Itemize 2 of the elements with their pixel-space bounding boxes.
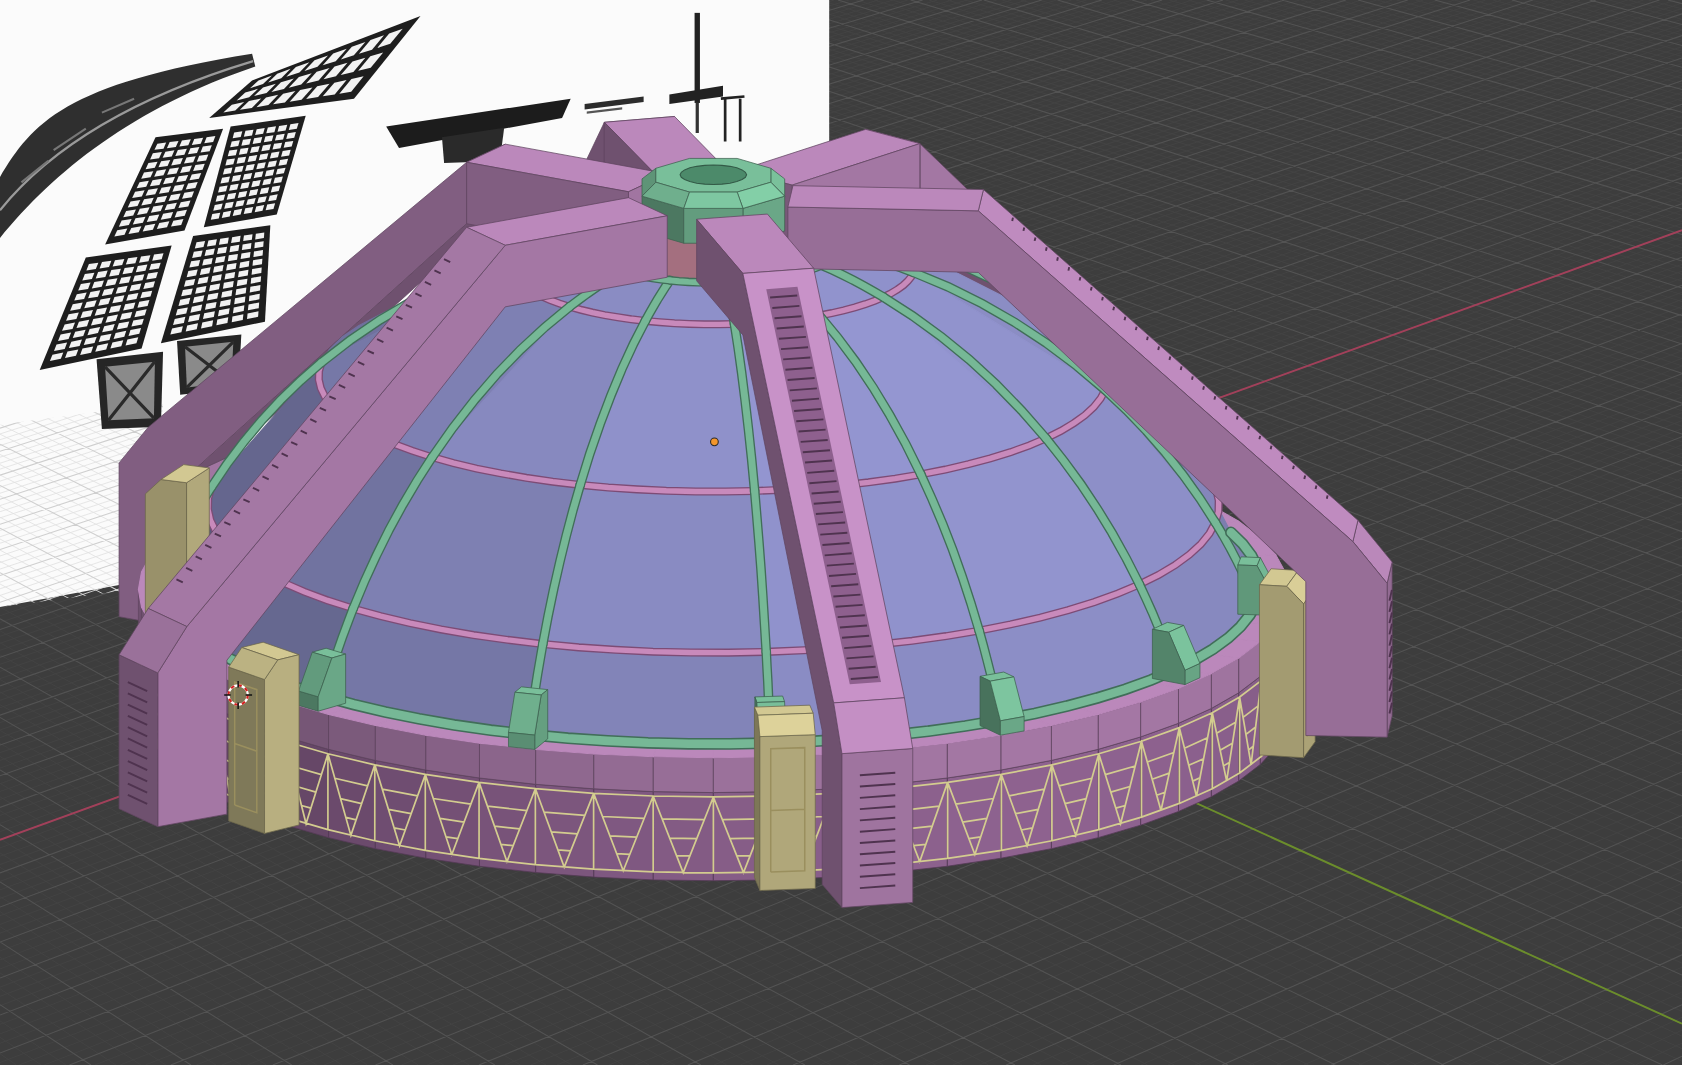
crosshair-icon [223,680,253,710]
origin-point-icon [710,437,719,447]
